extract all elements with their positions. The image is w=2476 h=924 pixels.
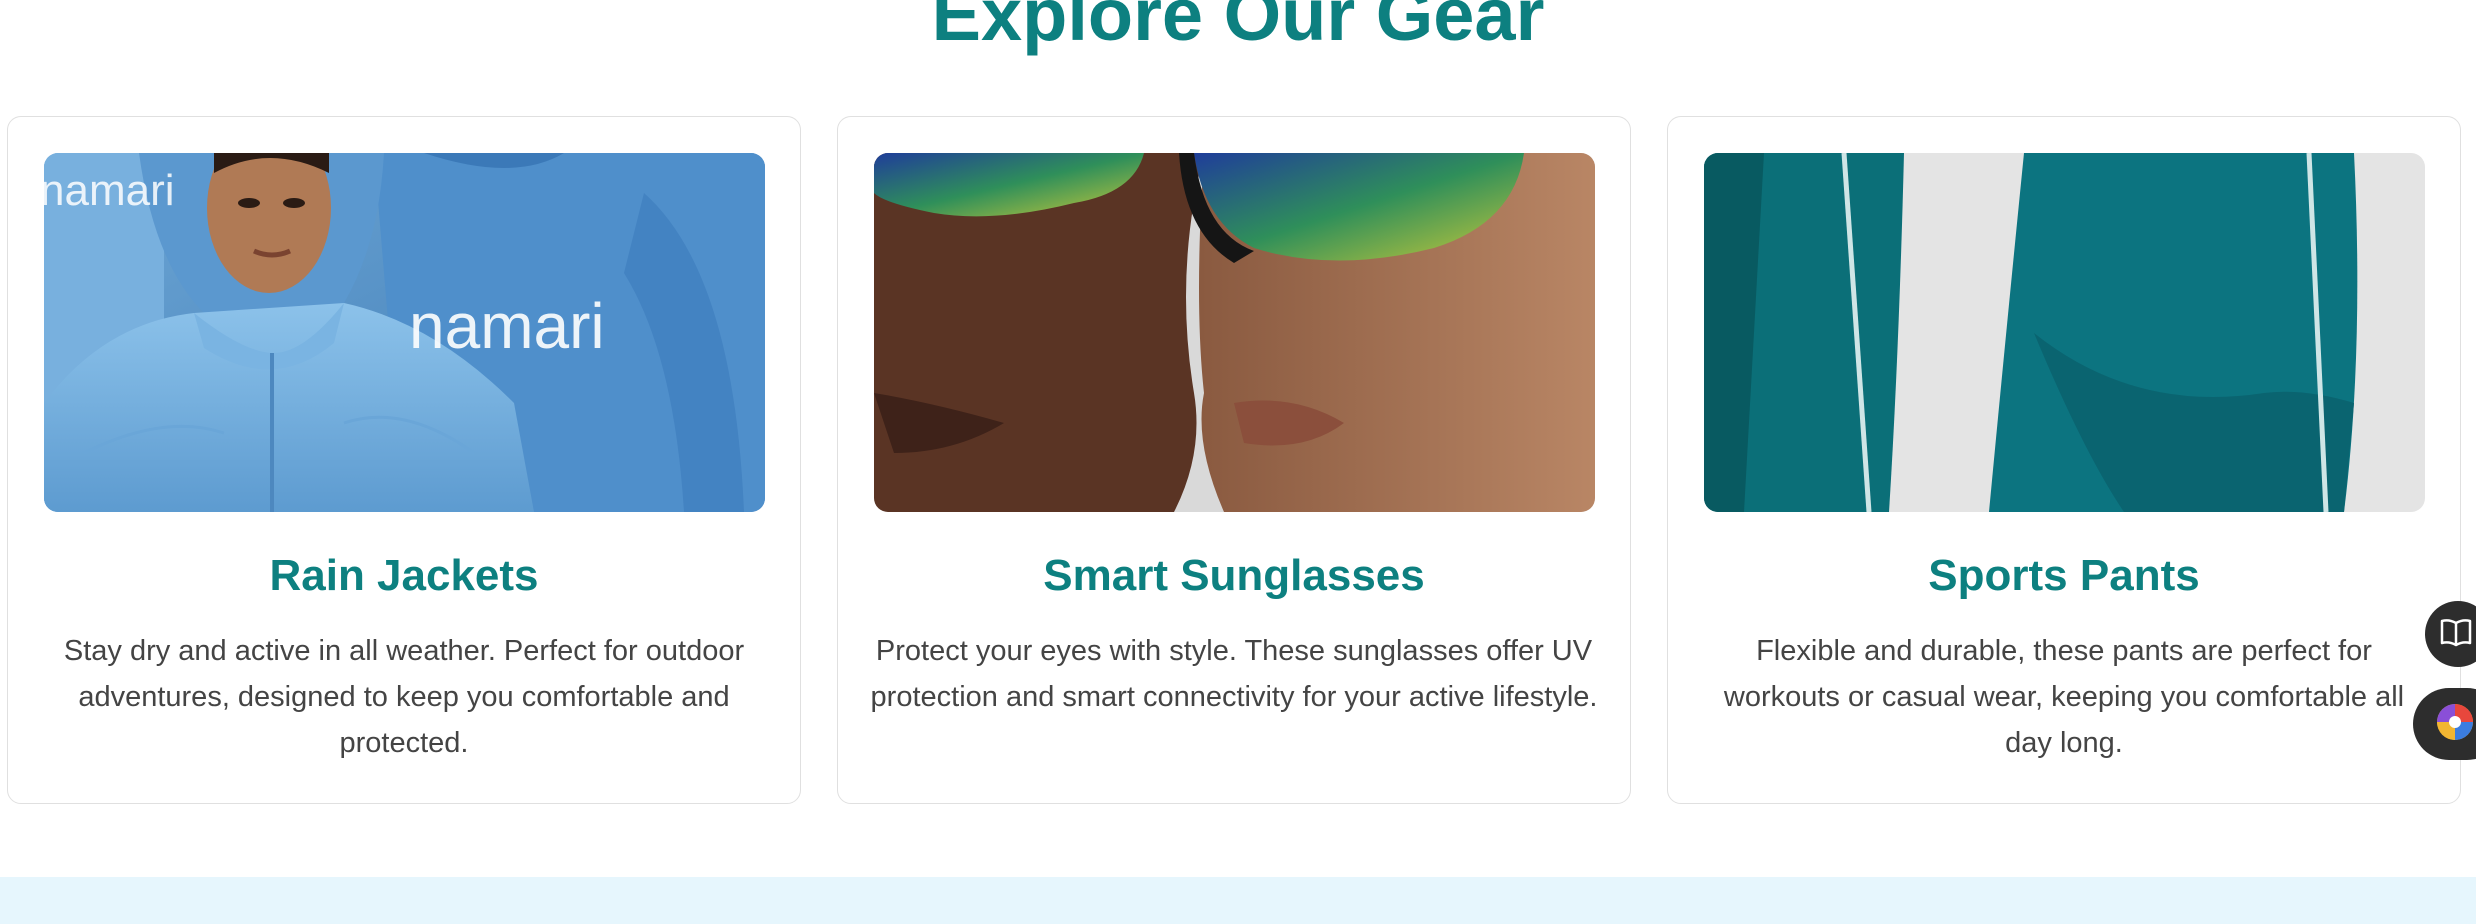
rain-jacket-illustration: namari namari	[43, 153, 765, 512]
book-icon	[2439, 617, 2473, 652]
card-title: Smart Sunglasses	[1043, 551, 1425, 600]
rain-jacket-image: namari namari	[43, 153, 765, 512]
card-title: Sports Pants	[1928, 551, 2200, 600]
product-card-rain-jackets[interactable]: namari namari Rain Jackets Stay dry and …	[7, 116, 801, 804]
card-title: Rain Jackets	[269, 551, 539, 600]
jacket-brand-text-right: namari	[409, 290, 605, 362]
color-wheel-icon	[2435, 702, 2475, 747]
app-launcher-button[interactable]	[2413, 688, 2476, 760]
sunglasses-illustration	[873, 153, 1595, 512]
sports-pants-image	[1703, 153, 2425, 512]
product-cards: namari namari Rain Jackets Stay dry and …	[7, 116, 2461, 804]
card-description: Flexible and durable, these pants are pe…	[1723, 635, 2405, 759]
product-card-smart-sunglasses[interactable]: Smart Sunglasses Protect your eyes with …	[837, 116, 1631, 804]
card-description: Stay dry and active in all weather. Perf…	[63, 635, 745, 759]
next-section-band	[0, 877, 2476, 924]
section-title: Explore Our Gear	[931, 0, 1545, 56]
jacket-brand-text-left: namari	[44, 166, 175, 215]
card-description: Protect your eyes with style. These sung…	[870, 635, 1598, 713]
product-card-sports-pants[interactable]: Sports Pants Flexible and durable, these…	[1667, 116, 2461, 804]
sunglasses-image	[873, 153, 1595, 512]
sports-pants-illustration	[1703, 153, 2425, 512]
page: Explore Our Gear namari namari Rain Jack…	[0, 0, 2476, 924]
